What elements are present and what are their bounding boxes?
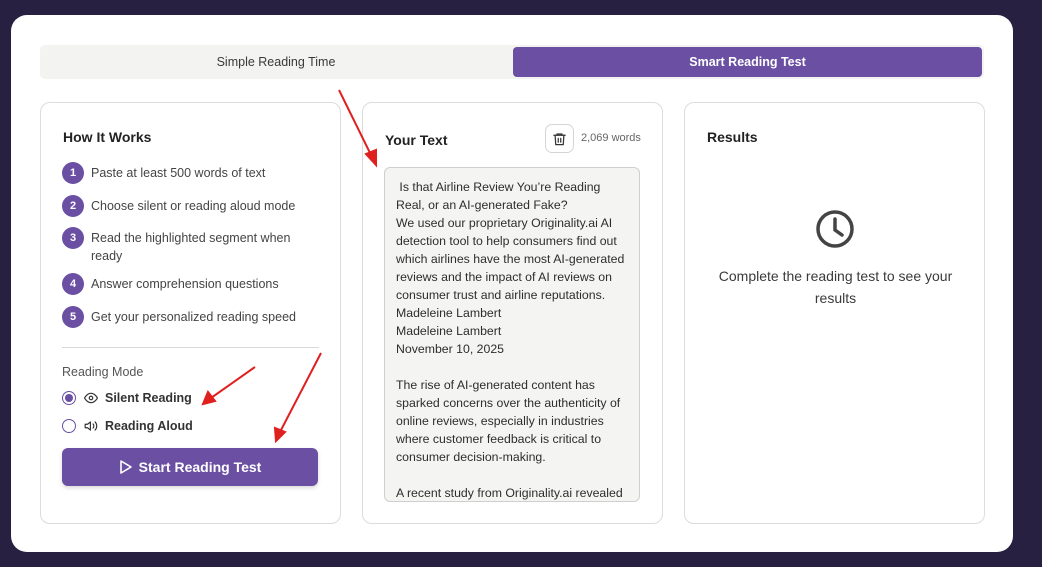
reading-aloud-radio[interactable]	[62, 419, 76, 433]
silent-reading-radio[interactable]	[62, 391, 76, 405]
how-it-works-card: How It Works 1 Paste at least 500 words …	[40, 102, 341, 524]
step-number: 5	[62, 306, 84, 328]
step-number: 4	[62, 273, 84, 295]
step-item: 2 Choose silent or reading aloud mode	[62, 195, 322, 217]
start-reading-test-label: Start Reading Test	[138, 459, 262, 475]
silent-reading-label: Silent Reading	[105, 391, 192, 405]
divider	[62, 347, 319, 348]
results-card: Results Complete the reading test to see…	[684, 102, 985, 524]
clock-icon	[813, 207, 857, 251]
reading-aloud-option[interactable]: Reading Aloud	[62, 419, 193, 433]
step-number: 2	[62, 195, 84, 217]
step-text: Get your personalized reading speed	[91, 310, 296, 324]
results-title: Results	[707, 129, 758, 145]
mode-tabs: Simple Reading Time Smart Reading Test	[40, 45, 984, 79]
eye-icon	[84, 391, 98, 405]
step-number: 3	[62, 227, 84, 249]
your-text-title: Your Text	[385, 132, 448, 148]
trash-icon	[553, 132, 566, 145]
word-count: 2,069 words	[581, 132, 641, 144]
step-number: 1	[62, 162, 84, 184]
step-text: Read the highlighted segment when ready	[91, 231, 291, 263]
your-text-card: Your Text 2,069 words Is that Airline Re…	[362, 102, 663, 524]
text-input-area[interactable]: Is that Airline Review You’re Reading Re…	[384, 167, 640, 502]
start-reading-test-button[interactable]: Start Reading Test	[62, 448, 318, 486]
speaker-icon	[84, 419, 98, 433]
step-item: 1 Paste at least 500 words of text	[62, 162, 322, 184]
results-placeholder-message: Complete the reading test to see your re…	[718, 268, 953, 306]
how-it-works-title: How It Works	[63, 129, 152, 145]
app-panel: Simple Reading Time Smart Reading Test H…	[11, 15, 1013, 552]
clear-text-button[interactable]	[545, 124, 574, 153]
step-item: 5 Get your personalized reading speed	[62, 306, 322, 328]
reading-mode-label: Reading Mode	[62, 365, 144, 379]
step-item: 4 Answer comprehension questions	[62, 273, 322, 295]
reading-aloud-label: Reading Aloud	[105, 419, 193, 433]
silent-reading-option[interactable]: Silent Reading	[62, 391, 192, 405]
tab-simple-reading-time[interactable]: Simple Reading Time	[42, 47, 510, 77]
tab-smart-reading-test[interactable]: Smart Reading Test	[513, 47, 982, 77]
step-item: 3 Read the highlighted segment when read…	[62, 227, 322, 265]
play-icon	[119, 460, 132, 474]
step-text: Paste at least 500 words of text	[91, 166, 266, 180]
step-text: Answer comprehension questions	[91, 277, 279, 291]
step-text: Choose silent or reading aloud mode	[91, 199, 296, 213]
